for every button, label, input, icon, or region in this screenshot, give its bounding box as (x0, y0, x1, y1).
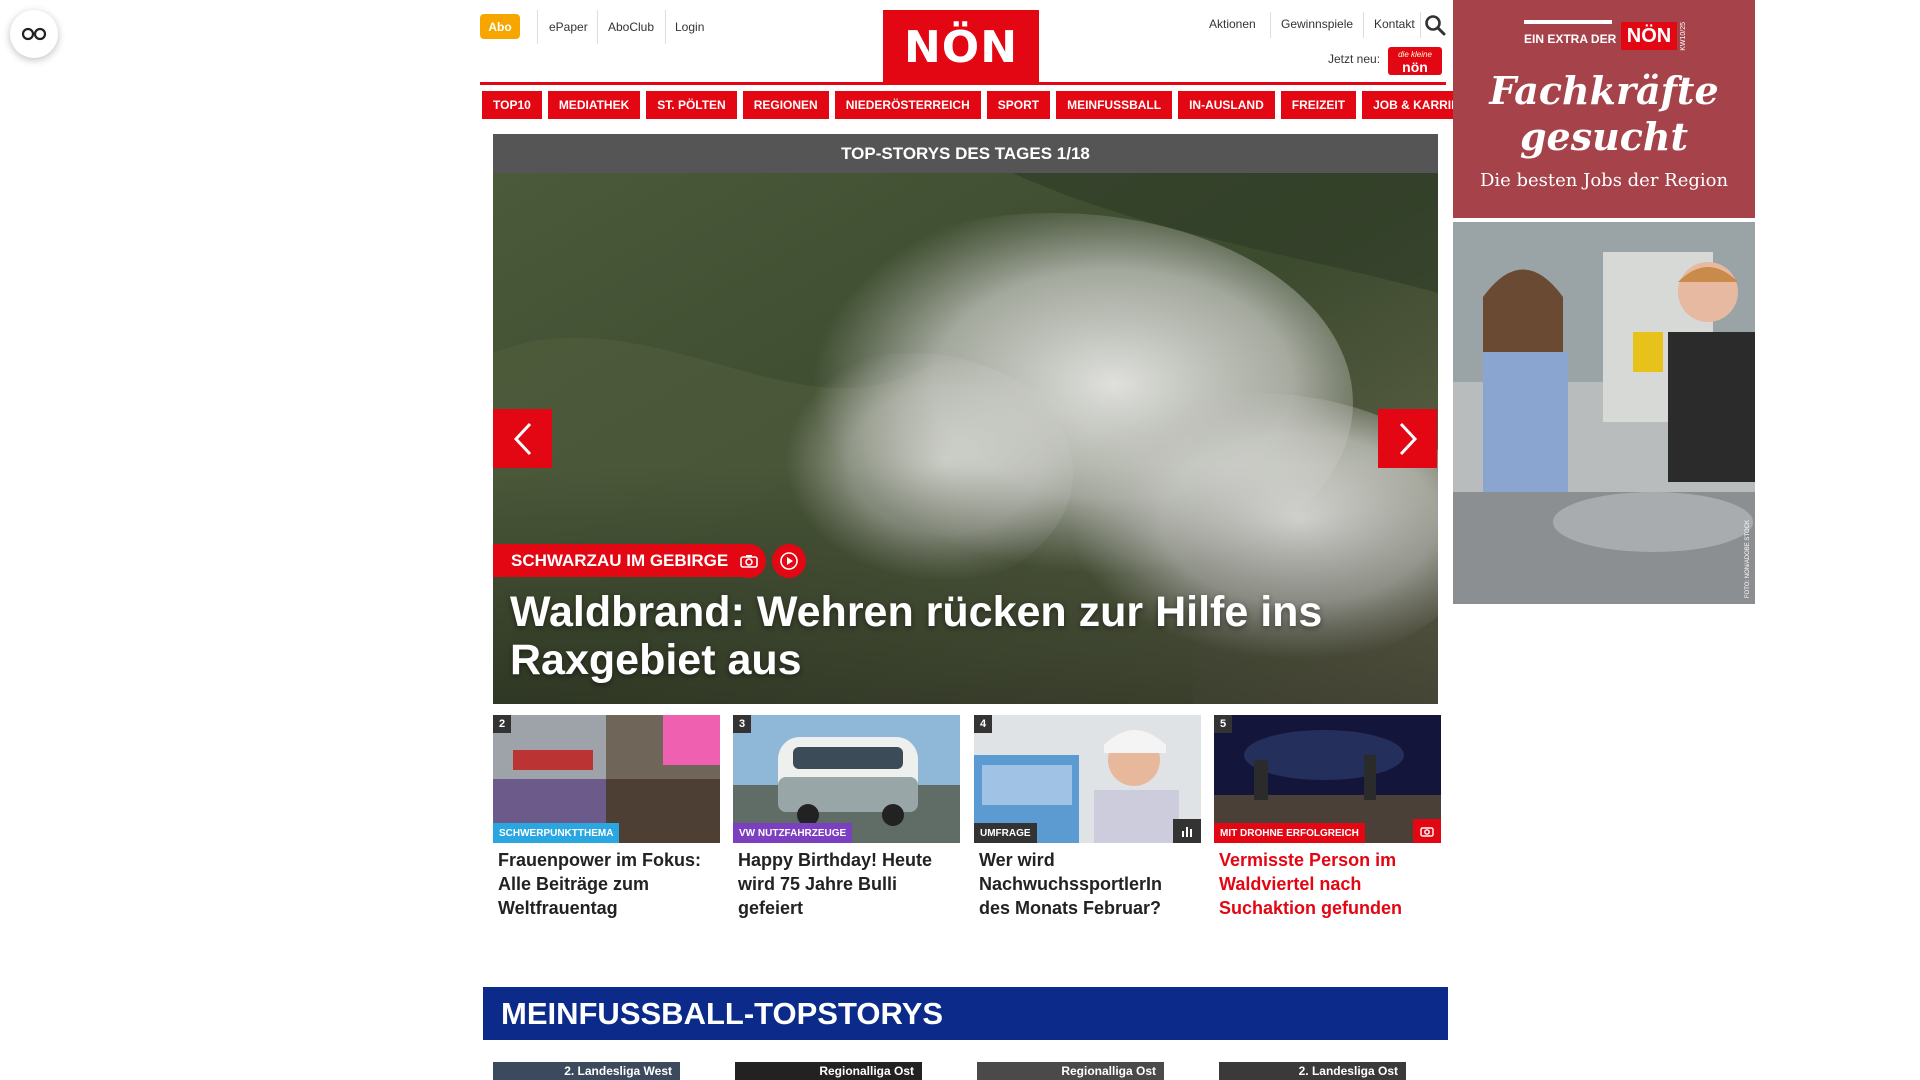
teaser-number: 2 (493, 715, 511, 733)
league-label: Regionalliga Ost (1061, 1064, 1156, 1078)
teaser-title[interactable]: Happy Birthday! Heute wird 75 Jahre Bull… (733, 843, 960, 920)
teaser-number: 5 (1214, 715, 1232, 733)
teaser-category-tag[interactable]: MIT DROHNE ERFOLGREICH (1214, 823, 1365, 843)
teaser-title[interactable]: Wer wird NachwuchssportlerIn des Monats … (974, 843, 1201, 920)
ad-headline-line1: Fachkräfte (1489, 68, 1719, 113)
aboclub-link[interactable]: AboClub (608, 12, 654, 42)
slider-prev-button[interactable] (493, 409, 552, 468)
meinfussball-card[interactable]: Regionalliga Ost (735, 1062, 922, 1080)
divider (1420, 12, 1421, 38)
hero-headline[interactable]: Waldbrand: Wehren rücken zur Hilfe ins R… (510, 588, 1410, 684)
ad-noen-logo: NÖN (1621, 22, 1677, 50)
ad-subline: Die besten Jobs der Region (1479, 170, 1729, 191)
glasses-icon (21, 27, 47, 41)
chevron-left-icon (513, 422, 531, 455)
teaser-card[interactable]: 3 VW NUTZFAHRZEUGE Happy Birthday! Heute… (733, 715, 960, 920)
jetzt-neu-label: Jetzt neu: (1328, 52, 1381, 66)
teaser-title[interactable]: Frauenpower im Fokus: Alle Beiträge zum … (493, 843, 720, 920)
teaser-title[interactable]: Vermisste Person im Waldviertel nach Suc… (1214, 843, 1441, 920)
accessibility-button[interactable] (10, 10, 58, 58)
divider (597, 10, 598, 44)
nav-item-st-poelten[interactable]: ST. PÖLTEN (646, 91, 737, 119)
teaser-image[interactable]: 4 UMFRAGE (974, 715, 1201, 843)
teaser-image[interactable]: 3 VW NUTZFAHRZEUGE (733, 715, 960, 843)
teaser-card[interactable]: 2 SCHWERPUNKTTHEMA Frauenpower im Fokus:… (493, 715, 720, 920)
nav-item-in-ausland[interactable]: IN-AUSLAND (1178, 91, 1275, 119)
divider (1270, 12, 1271, 38)
nav-item-meinfussball[interactable]: MEINFUSSBALL (1056, 91, 1173, 119)
nav-item-mediathek[interactable]: MEDIATHEK (547, 91, 641, 119)
meinfussball-card[interactable]: 2. Landesliga West (493, 1062, 680, 1080)
ad-headline: Fachkräfte gesucht (1453, 68, 1755, 160)
job-ad-banner[interactable]: EIN EXTRA DER NÖN KW10/25 Fachkräfte ges… (1453, 0, 1755, 218)
site-logo[interactable]: NÖN (883, 10, 1039, 84)
slider-next-button[interactable] (1378, 409, 1437, 468)
meinfussball-card[interactable]: Regionalliga Ost (977, 1062, 1164, 1080)
search-icon[interactable] (1424, 14, 1446, 36)
teaser-category-tag[interactable]: UMFRAGE (974, 823, 1037, 843)
teaser-category-tag[interactable]: VW NUTZFAHRZEUGE (733, 823, 853, 843)
league-label: Regionalliga Ost (819, 1064, 914, 1078)
ad-photo-credit: FOTO: NÖN/ADOBE STOCK (1745, 519, 1751, 598)
teaser-image[interactable]: 2 SCHWERPUNKTTHEMA (493, 715, 720, 843)
teaser-category-tag[interactable]: SCHWERPUNKTTHEMA (493, 823, 620, 843)
camera-icon (1413, 819, 1441, 843)
main-navigation: TOP10 MEDIATHEK ST. PÖLTEN REGIONEN NIED… (482, 91, 1487, 119)
header-divider (480, 82, 1446, 85)
divider (537, 10, 538, 44)
ad-side-text: KW10/25 (1680, 22, 1687, 51)
chevron-right-icon (1399, 422, 1417, 455)
nav-item-sport[interactable]: SPORT (986, 91, 1051, 119)
meinfussball-card[interactable]: 2. Landesliga Ost (1219, 1062, 1406, 1080)
poll-chart-icon (1173, 819, 1201, 843)
nav-item-niederoesterreich[interactable]: NIEDERÖSTERREICH (834, 91, 981, 119)
ad-headline-line2: gesucht (1519, 114, 1689, 159)
kleine-noen-logo[interactable]: die kleine nön (1388, 47, 1442, 75)
league-label: 2. Landesliga West (564, 1064, 672, 1078)
camera-icon (732, 544, 766, 578)
teaser-card[interactable]: 5 MIT DROHNE ERFOLGREICH Vermisste Perso… (1214, 715, 1441, 920)
nav-item-regionen[interactable]: REGIONEN (742, 91, 829, 119)
meinfussball-section-header[interactable]: MEINFUSSBALL-TOPSTORYS (483, 987, 1448, 1040)
league-label: 2. Landesliga Ost (1298, 1064, 1398, 1078)
teaser-card[interactable]: 4 UMFRAGE Wer wird NachwuchssportlerIn d… (974, 715, 1201, 920)
aktionen-link[interactable]: Aktionen (1209, 12, 1256, 36)
nav-item-top10[interactable]: TOP10 (482, 91, 542, 119)
top-stories-header: TOP-STORYS DES TAGES 1/18 (493, 134, 1438, 173)
job-ad-photo[interactable]: FOTO: NÖN/ADOBE STOCK (1453, 222, 1755, 604)
video-play-icon (772, 544, 806, 578)
gewinnspiele-link[interactable]: Gewinnspiele (1281, 12, 1353, 36)
epaper-link[interactable]: ePaper (549, 12, 588, 42)
teaser-number: 4 (974, 715, 992, 733)
abo-button[interactable]: Abo (480, 14, 520, 39)
nav-item-freizeit[interactable]: FREIZEIT (1280, 91, 1357, 119)
divider (665, 10, 666, 44)
teaser-image[interactable]: 5 MIT DROHNE ERFOLGREICH (1214, 715, 1441, 843)
teaser-number: 3 (733, 715, 751, 733)
ad-extra-label: EIN EXTRA DER (1524, 32, 1617, 46)
hero-location-tag[interactable]: SCHWARZAU IM GEBIRGE (493, 544, 747, 577)
login-link[interactable]: Login (675, 12, 704, 42)
kontakt-link[interactable]: Kontakt (1374, 12, 1415, 36)
divider (1363, 12, 1364, 38)
mini-logo-line2: nön (1402, 59, 1428, 75)
